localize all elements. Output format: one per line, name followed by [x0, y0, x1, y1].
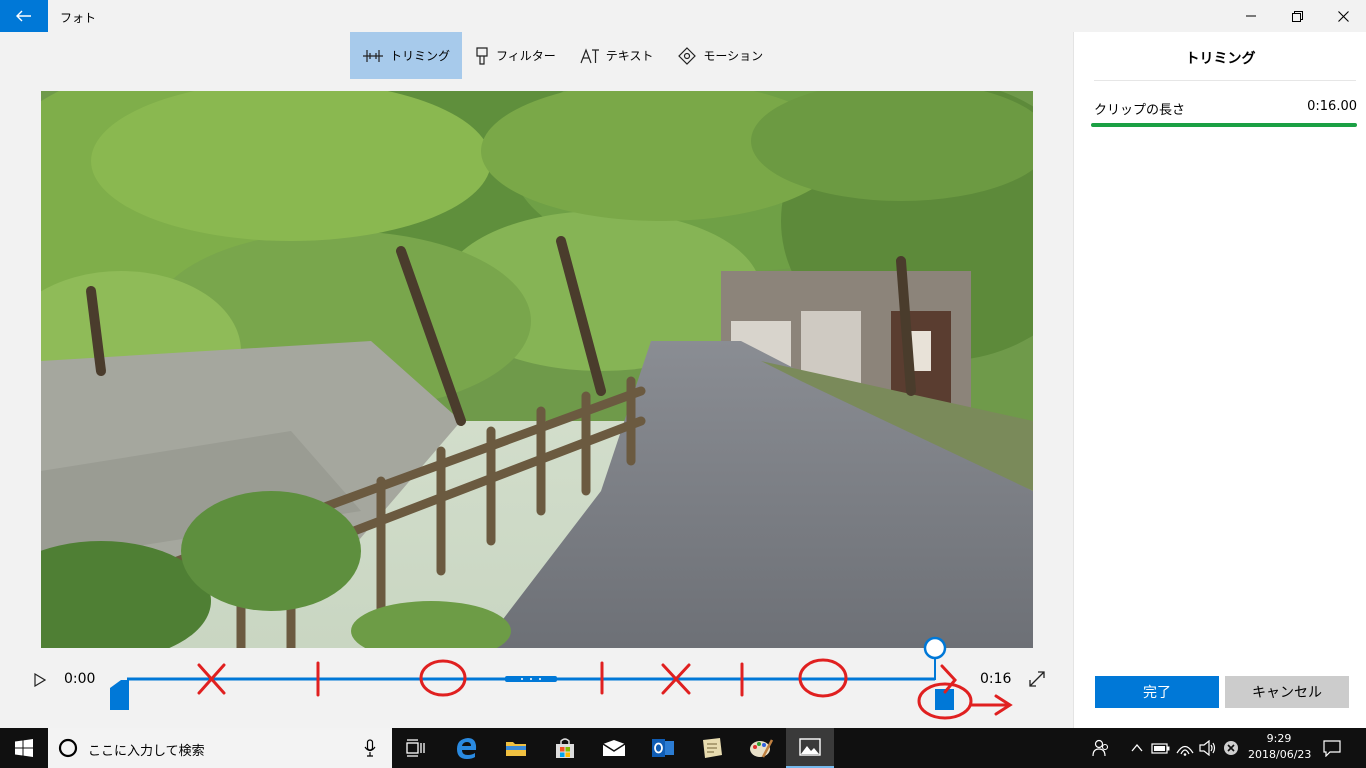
mail-button[interactable] [590, 728, 638, 768]
handle-dot [539, 678, 541, 680]
minimize-icon [1246, 15, 1256, 17]
tab-filter[interactable]: フィルター [462, 32, 568, 79]
paint-button[interactable] [737, 728, 785, 768]
trim-timeline [110, 636, 1013, 720]
back-button[interactable] [0, 0, 48, 32]
people-button[interactable] [1091, 738, 1111, 758]
video-preview [41, 91, 1033, 648]
folder-icon [506, 742, 526, 756]
tab-text[interactable]: テキスト [568, 32, 666, 79]
ime-off-icon [1224, 741, 1238, 755]
trim-pane: トリミング クリップの長さ 0:16.00 完了 キャンセル [1073, 32, 1366, 728]
motion-icon [678, 46, 697, 65]
search-placeholder: ここに入力して検索 [88, 744, 205, 759]
clock-date: 2018/06/23 [1248, 748, 1312, 761]
app-title: フォト [60, 11, 97, 25]
pane-title: トリミング [1185, 51, 1256, 67]
restore-button[interactable] [1274, 0, 1320, 32]
cortana-icon [58, 738, 78, 758]
tab-motion[interactable]: モーション [665, 32, 775, 79]
people-icon [1092, 739, 1109, 757]
handle-dot [521, 678, 523, 680]
photos-icon [799, 738, 821, 756]
done-button[interactable]: 完了 [1095, 676, 1219, 708]
input-indicator-button[interactable] [1221, 738, 1241, 758]
edit-toolbar: トリミング フィルター テキスト モーション [350, 32, 775, 79]
taskbar-clock[interactable]: 9:29 2018/06/23 [1248, 731, 1312, 763]
chevron-up-icon [1131, 744, 1143, 752]
filter-icon [476, 46, 488, 65]
clip-length-bar [1091, 123, 1357, 127]
speaker-icon [1199, 740, 1216, 756]
back-arrow-icon [16, 10, 31, 22]
playhead-knob[interactable] [923, 636, 947, 660]
search-box[interactable]: ここに入力して検索 [48, 728, 392, 768]
tab-text-label: テキスト [605, 49, 654, 63]
show-hidden-icons-button[interactable] [1127, 738, 1147, 758]
network-button[interactable] [1175, 738, 1195, 758]
title-bar: フォト [0, 0, 1366, 32]
outlook-button[interactable] [639, 728, 687, 768]
edge-icon [457, 738, 477, 759]
trim-icon [363, 49, 383, 62]
text-icon [580, 47, 599, 63]
tab-trim-label: トリミング [390, 49, 451, 63]
video-frame-image [41, 91, 1033, 648]
volume-button[interactable] [1198, 738, 1218, 758]
trim-start-handle[interactable] [110, 680, 129, 710]
clip-length-label: クリップの長さ [1094, 103, 1186, 118]
pane-divider [1094, 80, 1356, 81]
microphone-icon[interactable] [364, 739, 376, 757]
clock-time: 9:29 [1266, 732, 1292, 745]
battery-icon [1151, 743, 1170, 754]
edge-button[interactable] [443, 728, 491, 768]
close-icon [1337, 10, 1349, 22]
taskbar: ここに入力して検索 9:29 2018/06/23 [0, 728, 1366, 768]
tab-motion-label: モーション [703, 49, 764, 63]
paint-icon [750, 739, 773, 758]
cancel-button[interactable]: キャンセル [1225, 676, 1349, 708]
store-icon [556, 738, 574, 758]
task-view-icon [406, 739, 425, 757]
start-button[interactable] [0, 728, 48, 768]
windows-logo-icon [15, 739, 33, 757]
news-icon [703, 738, 722, 758]
handle-dot [530, 678, 532, 680]
mail-icon [602, 740, 626, 756]
close-button[interactable] [1320, 0, 1366, 32]
tab-filter-label: フィルター [496, 49, 556, 63]
task-view-button[interactable] [392, 728, 440, 768]
news-app-button[interactable] [688, 728, 736, 768]
battery-button[interactable] [1151, 738, 1171, 758]
minimize-button[interactable] [1228, 0, 1274, 32]
outlook-icon [652, 739, 674, 757]
photos-button[interactable] [786, 728, 834, 768]
store-button[interactable] [541, 728, 589, 768]
wifi-icon [1176, 745, 1194, 756]
action-center-button[interactable] [1322, 738, 1342, 758]
file-explorer-button[interactable] [492, 728, 540, 768]
clip-length-value: 0:16.00 [1307, 99, 1357, 114]
annotation-arrow-mark [969, 694, 1013, 716]
restore-icon [1291, 10, 1303, 22]
notification-icon [1323, 740, 1341, 757]
annotation-arrowhead-mark [940, 664, 957, 694]
tab-trim[interactable]: トリミング [350, 32, 463, 79]
